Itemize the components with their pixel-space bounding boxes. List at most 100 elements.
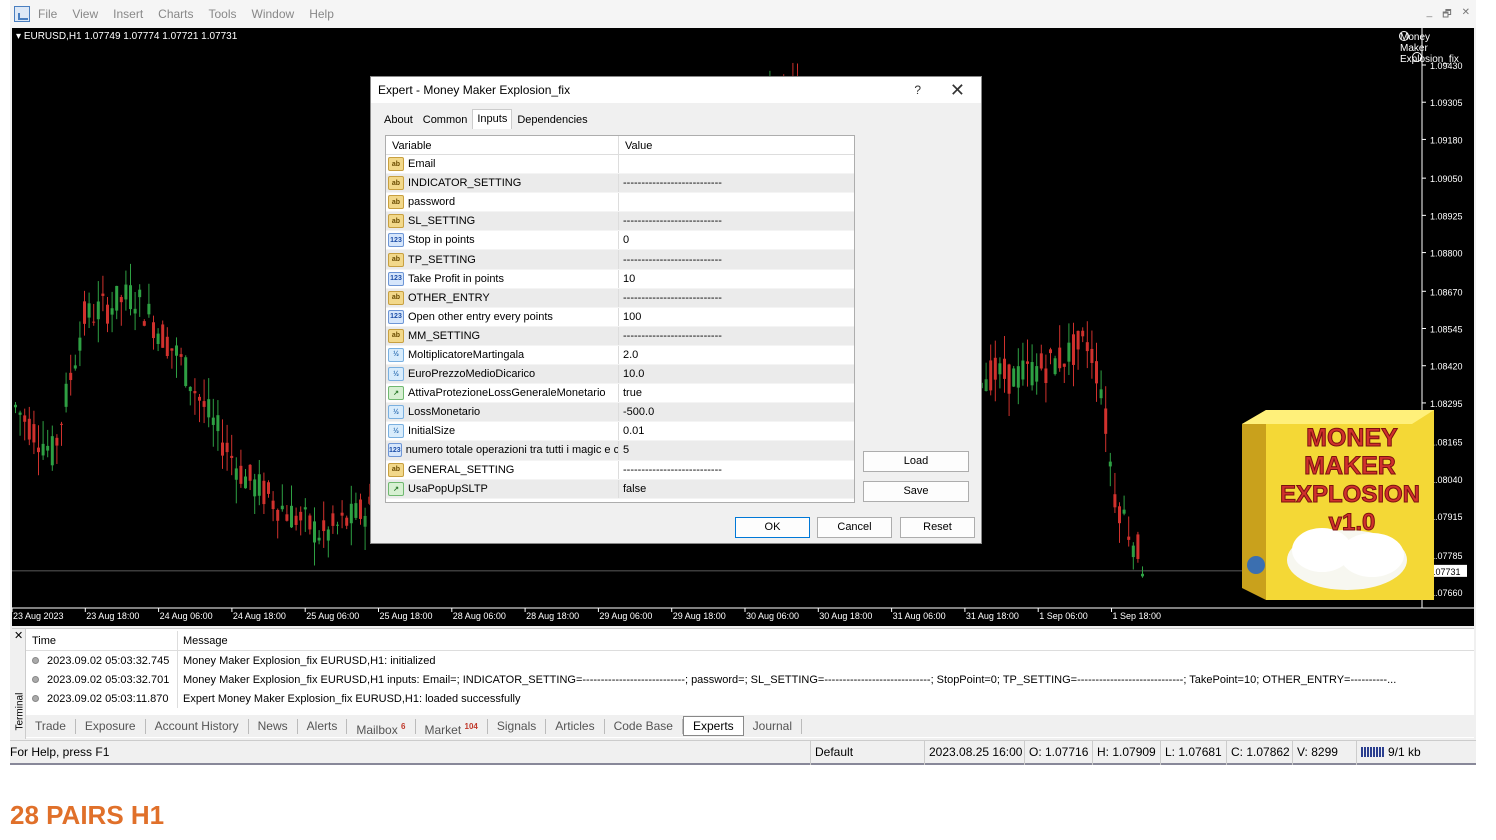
menu-view[interactable]: View (72, 7, 98, 21)
journal-row[interactable]: 2023.09.02 05:03:32.745 Money Maker Explo… (26, 651, 1474, 670)
journal-row[interactable]: 2023.09.02 05:03:11.870 Expert Money Make… (26, 689, 1474, 708)
terminal-tab-trade[interactable]: Trade (26, 718, 76, 734)
input-row[interactable]: ½ LossMonetario -500.0 (386, 403, 854, 423)
restore-icon[interactable]: 🗗 (1442, 7, 1451, 24)
column-time[interactable]: Time (26, 631, 178, 650)
terminal-tab-exposure[interactable]: Exposure (76, 718, 146, 734)
close-icon[interactable]: ✕ (1462, 7, 1470, 24)
input-value[interactable]: 10 (619, 273, 635, 285)
candle-body (142, 321, 146, 326)
input-value[interactable]: 0.01 (619, 425, 644, 437)
minimize-icon[interactable]: _ (1427, 7, 1433, 24)
dialog-close-icon[interactable]: ✕ (950, 80, 965, 101)
help-icon[interactable]: ? (914, 83, 921, 97)
input-row[interactable]: ab GENERAL_SETTING -----------------------… (386, 460, 854, 480)
terminal-tab-articles[interactable]: Articles (546, 718, 605, 734)
cancel-button[interactable]: Cancel (817, 517, 892, 538)
candle-body (257, 474, 261, 496)
input-value[interactable]: --------------------------- (619, 464, 722, 476)
terminal-tab-code-base[interactable]: Code Base (605, 718, 683, 734)
input-value[interactable]: -500.0 (619, 406, 654, 418)
terminal-tab-mailbox[interactable]: Mailbox 6 (347, 718, 416, 737)
candle-body (262, 480, 266, 505)
terminal-tab-market[interactable]: Market 104 (416, 718, 488, 737)
terminal-close-icon[interactable]: ✕ (14, 629, 23, 642)
input-row[interactable]: ab password (386, 193, 854, 213)
column-message[interactable]: Message (178, 631, 228, 650)
input-row[interactable]: ½ InitialSize 0.01 (386, 422, 854, 442)
candle-body (55, 437, 59, 446)
status-low: L: 1.07681 (1160, 739, 1226, 765)
candle-body (73, 365, 77, 369)
input-value[interactable]: false (619, 483, 646, 495)
journal-message: Money Maker Explosion_fix EURUSD,H1 inpu… (183, 673, 1397, 686)
input-row[interactable]: ab SL_SETTING --------------------------- (386, 212, 854, 232)
input-row[interactable]: 123 numero totale operazioni tra tutti i … (386, 441, 854, 461)
terminal-tab-signals[interactable]: Signals (488, 718, 547, 734)
input-value[interactable]: 5 (619, 444, 629, 456)
menu-window[interactable]: Window (252, 7, 295, 21)
journal-message: Money Maker Explosion_fix EURUSD,H1: ini… (183, 654, 436, 667)
tab-common[interactable]: Common (418, 111, 473, 129)
grid-header: Variable Value (386, 136, 854, 155)
input-row[interactable]: ↗ AttivaProtezioneLossGeneraleMonetario tr… (386, 384, 854, 404)
column-variable[interactable]: Variable (386, 136, 619, 154)
candle-body (267, 482, 270, 494)
tab-inputs[interactable]: Inputs (472, 109, 513, 129)
journal-row[interactable]: 2023.09.02 05:03:32.701 Money Maker Explo… (26, 670, 1474, 689)
tab-about[interactable]: About (379, 111, 418, 129)
input-row[interactable]: ½ EuroPrezzoMedioDicarico 10.0 (386, 365, 854, 385)
menu-help[interactable]: Help (309, 7, 334, 21)
input-variable-name: SL_SETTING (408, 215, 476, 228)
input-value[interactable]: 0 (619, 234, 629, 246)
input-row[interactable]: ab Email (386, 155, 854, 175)
column-value[interactable]: Value (619, 136, 652, 154)
input-row[interactable]: ↗ UsaPopUpSLTP false (386, 479, 854, 499)
input-row[interactable]: 123 Take Profit in points 10 (386, 269, 854, 289)
price-label: 1.08925 (1430, 211, 1463, 221)
app-logo-icon (14, 6, 30, 22)
terminal-tab-account-history[interactable]: Account History (146, 718, 249, 734)
input-row[interactable]: ab MM_SETTING --------------------------- (386, 326, 854, 346)
save-button[interactable]: Save (863, 481, 969, 502)
ok-button[interactable]: OK (735, 517, 810, 538)
input-variable-name: LossMonetario (408, 406, 481, 419)
input-row[interactable]: ½ MoltiplicatoreMartingala 2.0 (386, 345, 854, 366)
input-value[interactable]: true (619, 387, 642, 399)
input-value[interactable]: --------------------------- (619, 254, 722, 266)
input-row[interactable]: ab TP_SETTING --------------------------- (386, 250, 854, 270)
terminal-tab-alerts[interactable]: Alerts (298, 718, 348, 734)
input-value[interactable]: 2.0 (619, 349, 638, 361)
candle-body (1108, 461, 1112, 467)
type-ab-icon: ab (388, 176, 404, 191)
input-row[interactable]: 123 Stop in points 0 (386, 231, 854, 251)
load-button[interactable]: Load (863, 451, 969, 472)
input-value[interactable]: --------------------------- (619, 177, 722, 189)
menu-charts[interactable]: Charts (158, 7, 193, 21)
terminal-tab-experts[interactable]: Experts (682, 716, 744, 736)
expert-advisor-label[interactable]: Money Maker Explosion_fix (1396, 31, 1459, 65)
candle-body (179, 354, 183, 357)
menu-insert[interactable]: Insert (113, 7, 143, 21)
input-value[interactable]: --------------------------- (619, 215, 722, 227)
terminal-tab-news[interactable]: News (249, 718, 298, 734)
input-value[interactable]: --------------------------- (619, 330, 722, 342)
input-value[interactable]: 100 (619, 311, 641, 323)
input-row[interactable]: 123 Open other entry every points 100 (386, 307, 854, 327)
menu-file[interactable]: File (38, 7, 57, 21)
input-value[interactable]: --------------------------- (619, 292, 722, 304)
candle-body (1076, 330, 1080, 350)
input-row[interactable]: ab INDICATOR_SETTING ---------------------… (386, 174, 854, 194)
reset-button[interactable]: Reset (900, 517, 975, 538)
input-variable: ab GENERAL_SETTING (386, 460, 619, 479)
time-label: 30 Aug 06:00 (746, 611, 799, 621)
terminal-tab-journal[interactable]: Journal (744, 718, 803, 734)
status-profile[interactable]: Default (810, 739, 924, 765)
type-123-icon: 123 (388, 309, 404, 324)
tab-dependencies[interactable]: Dependencies (512, 111, 592, 129)
input-value[interactable]: 10.0 (619, 368, 644, 380)
menu-tools[interactable]: Tools (209, 7, 237, 21)
time-label: 29 Aug 06:00 (599, 611, 652, 621)
dialog-title: Expert - Money Maker Explosion_fix (378, 83, 571, 97)
input-row[interactable]: ab OTHER_ENTRY --------------------------- (386, 288, 854, 308)
